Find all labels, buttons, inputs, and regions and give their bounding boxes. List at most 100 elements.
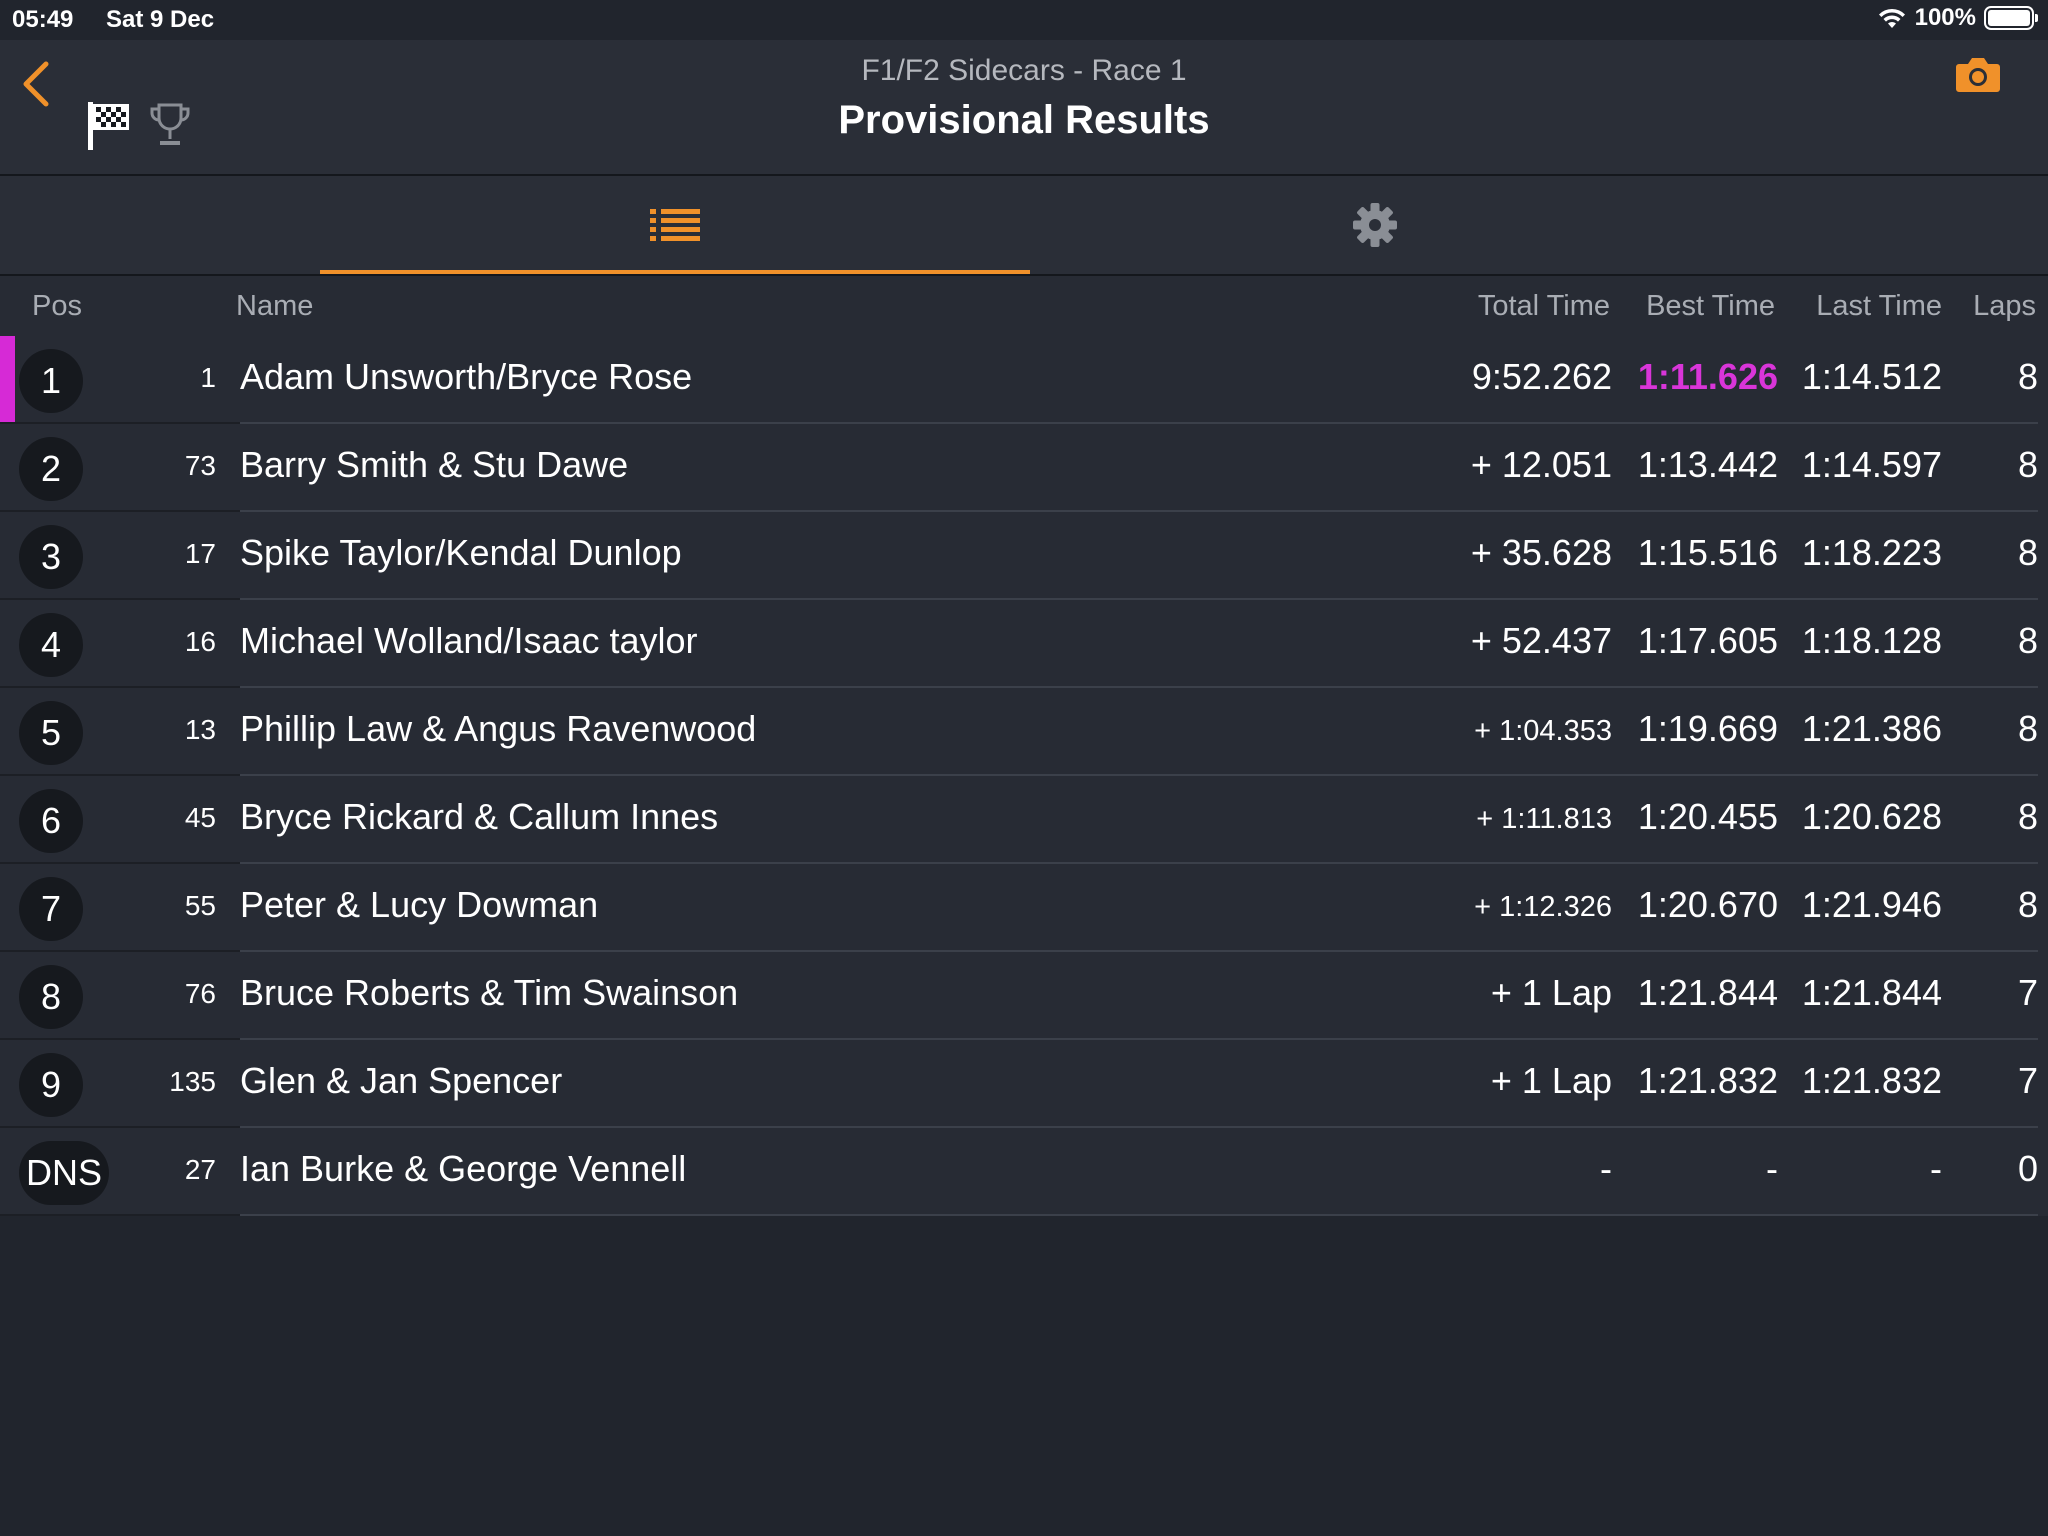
position-badge: 6 [19,789,83,853]
best-time: 1:15.516 [1637,532,1778,573]
position-badge: DNS [19,1141,109,1205]
competitor-name: Peter & Lucy Dowman [240,884,599,925]
status-right: 100% [1877,4,2038,32]
total-time: + 1:04.353 [1474,715,1612,747]
position-badge: 1 [19,349,83,413]
competitor-name: Spike Taylor/Kendal Dunlop [240,532,682,573]
best-time: 1:20.455 [1637,796,1778,837]
competitor-name: Phillip Law & Angus Ravenwood [240,708,757,749]
table-row[interactable]: 9 135 Glen & Jan Spencer + 1 Lap 1:21.83… [0,1040,2048,1128]
competitor-name: Glen & Jan Spencer [240,1060,563,1101]
total-time: 9:52.262 [1471,356,1612,397]
results-table: 1 1 Adam Unsworth/Bryce Rose 9:52.262 1:… [0,336,2048,1216]
position-badge: 2 [19,437,83,501]
laps-count: 8 [2017,444,2038,485]
competitor-number: 17 [184,538,216,569]
tab-bar [0,176,2048,276]
laps-count: 7 [2017,1060,2038,1101]
header-name[interactable]: Name [236,290,313,323]
tab-settings[interactable] [1020,176,1730,274]
last-time: 1:21.946 [1801,884,1942,925]
competitor-name: Barry Smith & Stu Dawe [240,444,629,485]
table-row[interactable]: 1 1 Adam Unsworth/Bryce Rose 9:52.262 1:… [0,336,2048,424]
position-badge: 7 [19,877,83,941]
laps-count: 7 [2017,972,2038,1013]
best-time: 1:11.626 [1637,356,1778,397]
competitor-number: 16 [184,626,216,657]
best-time: 1:13.442 [1637,444,1778,485]
battery-icon [1984,6,2038,30]
leader-indicator [0,336,15,424]
best-time: 1:19.669 [1637,708,1778,749]
competitor-number: 55 [184,890,216,921]
total-time: + 12.051 [1470,444,1612,485]
status-date: Sat 9 Dec [106,6,215,33]
competitor-number: 45 [184,802,216,833]
table-row[interactable]: 6 45 Bryce Rickard & Callum Innes + 1:11… [0,776,2048,864]
best-time: 1:21.832 [1637,1060,1778,1101]
table-row[interactable]: 2 73 Barry Smith & Stu Dawe + 12.051 1:1… [0,424,2048,512]
competitor-number: 76 [184,978,216,1009]
table-row[interactable]: 3 17 Spike Taylor/Kendal Dunlop + 35.628… [0,512,2048,600]
position-badge: 9 [19,1053,83,1117]
last-time: - [1930,1148,1942,1189]
competitor-number: 27 [184,1154,216,1185]
position-badge: 3 [19,525,83,589]
competitor-number: 1 [200,362,216,393]
competitor-name: Bryce Rickard & Callum Innes [240,796,719,837]
table-row[interactable]: DNS 27 Ian Burke & George Vennell - - - … [0,1128,2048,1216]
laps-count: 8 [2017,356,2038,397]
navigation-bar: F1/F2 Sidecars - Race 1 Provisional Resu… [0,40,2048,176]
best-time: 1:17.605 [1637,620,1778,661]
competitor-number: 13 [184,714,216,745]
position-badge: 4 [19,613,83,677]
gear-icon [1353,203,1397,247]
total-time: + 35.628 [1470,532,1612,573]
total-time: + 1 Lap [1490,1060,1612,1101]
competitor-name: Michael Wolland/Isaac taylor [240,620,698,661]
wifi-icon [1878,8,1905,28]
last-time: 1:21.832 [1801,1060,1942,1101]
header-pos[interactable]: Pos [32,290,82,323]
header-last-time[interactable]: Last Time [1816,290,1942,323]
last-time: 1:21.844 [1801,972,1942,1013]
best-time: - [1766,1148,1778,1189]
page-title: Provisional Results [838,98,1210,142]
laps-count: 8 [2017,620,2038,661]
header-best-time[interactable]: Best Time [1646,290,1775,323]
laps-count: 8 [2017,884,2038,925]
total-time: + 1 Lap [1490,972,1612,1013]
header-total-time[interactable]: Total Time [1478,290,1610,323]
laps-count: 8 [2017,532,2038,573]
total-time: - [1600,1148,1612,1189]
total-time: + 1:11.813 [1476,803,1612,835]
last-time: 1:18.223 [1801,532,1942,573]
last-time: 1:20.628 [1801,796,1942,837]
camera-icon [1956,58,2000,92]
page-subtitle: F1/F2 Sidecars - Race 1 [861,54,1187,87]
header-laps[interactable]: Laps [1973,290,2036,323]
last-time: 1:14.597 [1801,444,1942,485]
laps-count: 8 [2017,796,2038,837]
tab-results-list[interactable] [320,176,1030,274]
camera-button[interactable] [1955,54,2001,99]
table-header: Pos Name Total Time Best Time Last Time … [0,276,2048,336]
table-row[interactable]: 7 55 Peter & Lucy Dowman + 1:12.326 1:20… [0,864,2048,952]
competitor-name: Bruce Roberts & Tim Swainson [240,972,739,1013]
list-icon [650,209,700,241]
position-badge: 5 [19,701,83,765]
best-time: 1:21.844 [1637,972,1778,1013]
last-time: 1:18.128 [1801,620,1942,661]
last-time: 1:21.386 [1801,708,1942,749]
laps-count: 8 [2017,708,2038,749]
total-time: + 1:12.326 [1474,891,1612,923]
table-row[interactable]: 4 16 Michael Wolland/Isaac taylor + 52.4… [0,600,2048,688]
status-bar: 05:49 Sat 9 Dec 100% [0,0,2048,40]
position-badge: 8 [19,965,83,1029]
table-row[interactable]: 5 13 Phillip Law & Angus Ravenwood + 1:0… [0,688,2048,776]
competitor-number: 135 [169,1066,216,1097]
competitor-name: Adam Unsworth/Bryce Rose [240,356,693,397]
table-row[interactable]: 8 76 Bruce Roberts & Tim Swainson + 1 La… [0,952,2048,1040]
competitor-name: Ian Burke & George Vennell [240,1148,687,1189]
laps-count: 0 [2017,1148,2038,1189]
